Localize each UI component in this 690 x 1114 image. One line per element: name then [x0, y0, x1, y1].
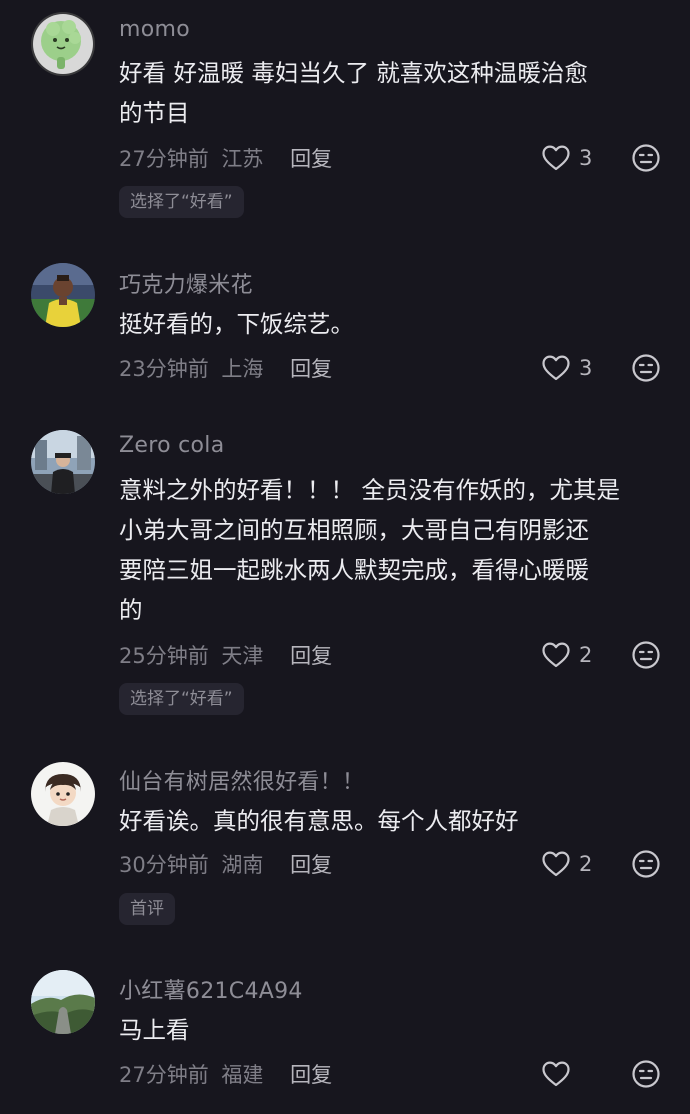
comment-meta: 30分钟前 湖南 回复 [119, 849, 332, 879]
like-count: 2 [579, 852, 593, 876]
emoji-reaction-button[interactable] [631, 849, 661, 879]
heart-icon [542, 1061, 570, 1087]
emoji-face-icon [632, 641, 660, 669]
username[interactable]: 小红薯621C4A94 [119, 973, 303, 1005]
avatar[interactable] [31, 762, 95, 826]
emoji-face-icon [632, 1060, 660, 1088]
reply-button[interactable]: 回复 [290, 147, 332, 171]
comment-location: 湖南 [221, 853, 264, 877]
emoji-reaction-button[interactable] [631, 640, 661, 670]
emoji-reaction-button[interactable] [631, 1059, 661, 1089]
comment-meta: 27分钟前 福建 回复 [119, 1059, 332, 1089]
like-button[interactable]: 2 [541, 640, 592, 670]
heart-icon [542, 355, 570, 381]
avatar[interactable] [31, 430, 95, 494]
comment-meta: 27分钟前 江苏 回复 [119, 143, 332, 173]
username[interactable]: 巧克力爆米花 [119, 267, 253, 299]
like-button[interactable] [541, 1059, 579, 1089]
landscape-icon [31, 970, 95, 1034]
emoji-face-icon [632, 354, 660, 382]
comment-text: 挺好看的，下饭综艺。 [119, 310, 354, 338]
street-photo-icon [31, 430, 95, 494]
username[interactable]: Zero cola [119, 433, 224, 458]
comment-time: 27分钟前 [119, 147, 209, 171]
heart-icon [542, 642, 570, 668]
comment-time: 30分钟前 [119, 853, 209, 877]
cartoon-boy-icon [31, 762, 95, 826]
comment-meta: 25分钟前 天津 回复 [119, 640, 332, 670]
comment-time: 23分钟前 [119, 357, 209, 381]
choice-tag: 选择了“好看” [119, 683, 244, 715]
avatar[interactable] [31, 263, 95, 327]
comment-time: 25分钟前 [119, 644, 209, 668]
like-button[interactable]: 3 [541, 143, 592, 173]
soccer-player-icon [31, 263, 95, 327]
comment-meta: 23分钟前 上海 回复 [119, 353, 332, 383]
like-button[interactable]: 3 [541, 353, 592, 383]
comment-location: 江苏 [221, 147, 264, 171]
reply-button[interactable]: 回复 [290, 1063, 332, 1087]
first-comment-badge: 首评 [119, 893, 175, 925]
comment-time: 27分钟前 [119, 1063, 209, 1087]
heart-icon [542, 145, 570, 171]
emoji-reaction-button[interactable] [631, 353, 661, 383]
comment-location: 上海 [221, 357, 264, 381]
like-count: 3 [579, 356, 593, 380]
like-count: 2 [579, 643, 593, 667]
choice-tag: 选择了“好看” [119, 186, 244, 218]
comment-text: 意料之外的好看！！！ 全员没有作妖的，尤其是 小弟大哥之间的互相照顾，大哥自己有… [119, 476, 620, 624]
emoji-face-icon [632, 850, 660, 878]
reply-button[interactable]: 回复 [290, 853, 332, 877]
comment-text: 马上看 [119, 1016, 190, 1044]
comment-text: 好看 好温暖 毒妇当久了 就喜欢这种温暖治愈 的节目 [119, 59, 588, 127]
username[interactable]: 仙台有树居然很好看！！ [119, 764, 364, 796]
comment-text: 好看诶。真的很有意思。每个人都好好 [119, 807, 519, 835]
leaf-character-icon [31, 12, 95, 76]
avatar[interactable] [31, 12, 95, 76]
comment-location: 天津 [221, 644, 264, 668]
avatar[interactable] [31, 970, 95, 1034]
username[interactable]: momo [119, 17, 190, 42]
like-count: 3 [579, 146, 593, 170]
like-button[interactable]: 2 [541, 849, 592, 879]
reply-button[interactable]: 回复 [290, 357, 332, 381]
emoji-face-icon [632, 144, 660, 172]
reply-button[interactable]: 回复 [290, 644, 332, 668]
emoji-reaction-button[interactable] [631, 143, 661, 173]
comment-location: 福建 [221, 1063, 264, 1087]
heart-icon [542, 851, 570, 877]
